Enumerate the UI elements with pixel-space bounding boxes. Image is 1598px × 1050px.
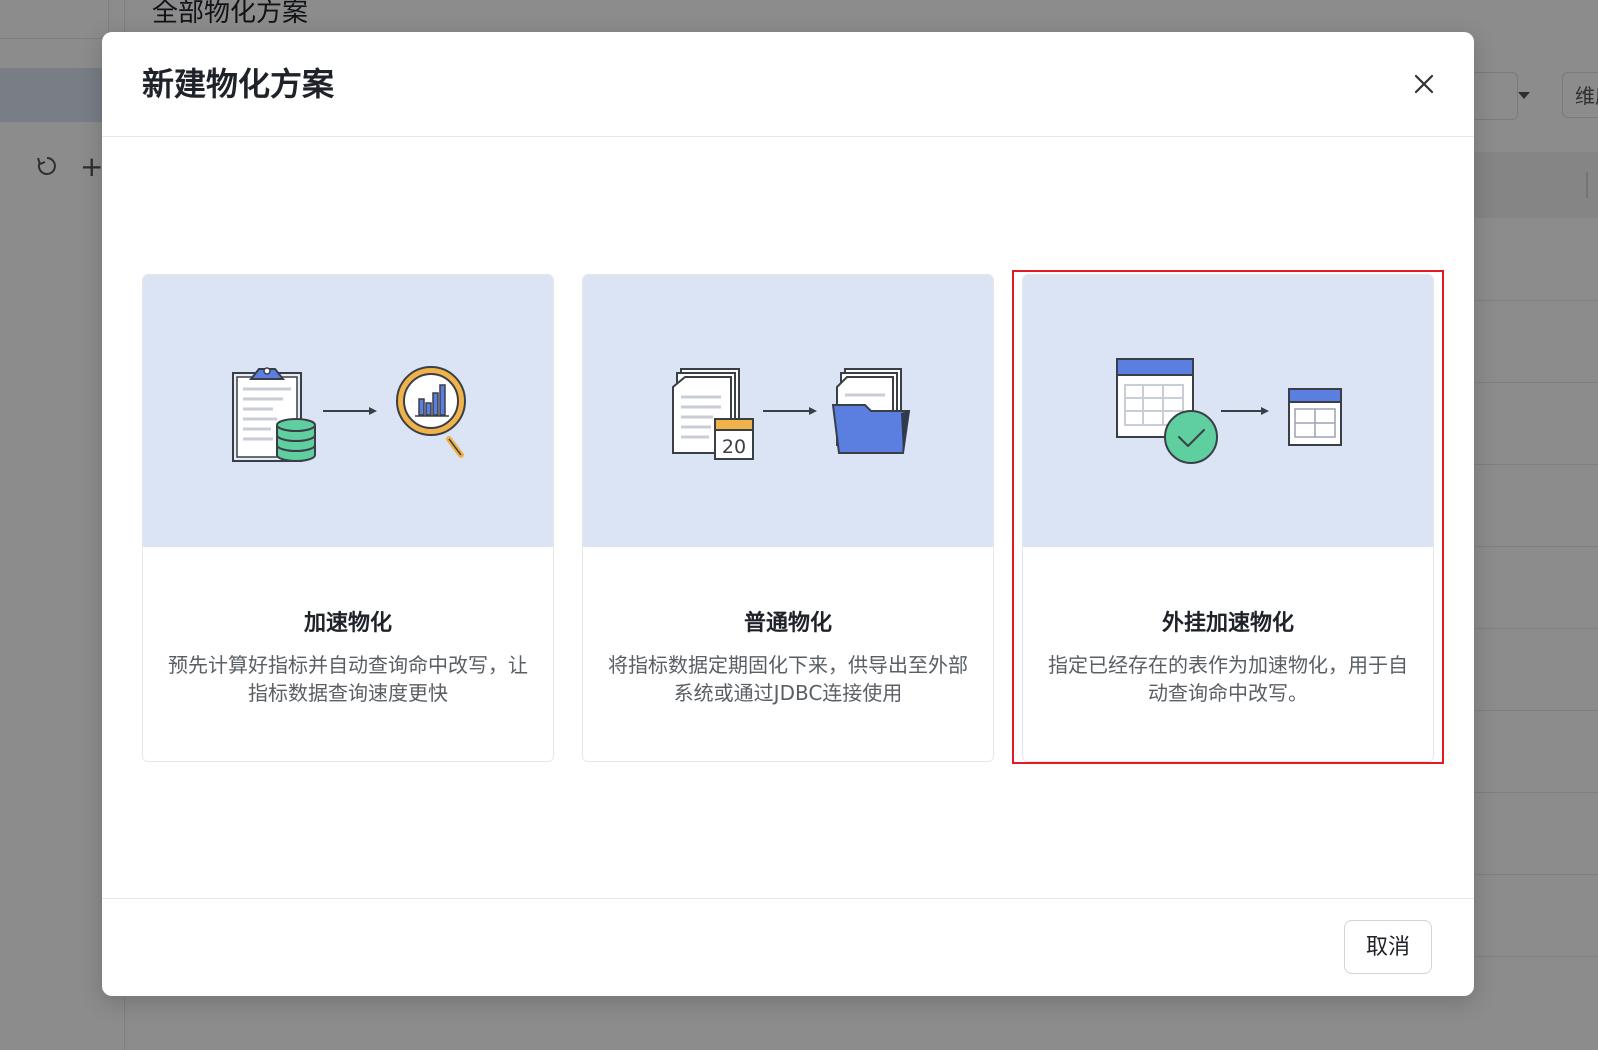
card-accelerate-materialization[interactable]: 加速物化 预先计算好指标并自动查询命中改写，让指标数据查询速度更快 (142, 274, 554, 762)
card-illustration (1023, 275, 1433, 547)
dialog-header: 新建物化方案 (102, 32, 1474, 137)
card-title: 外挂加速物化 (1161, 611, 1294, 636)
card-description: 指定已经存在的表作为加速物化，用于自动查询命中改写。 (1048, 653, 1408, 705)
cancel-button[interactable]: 取消 (1344, 920, 1432, 974)
card-description: 将指标数据定期固化下来，供导出至外部系统或通过JDBC连接使用 (608, 653, 968, 705)
card-description: 预先计算好指标并自动查询命中改写，让指标数据查询速度更快 (168, 653, 528, 705)
documents-calendar-folder-icon: 20 (672, 368, 911, 460)
clipboard-database-search-icon (232, 366, 466, 462)
calendar-number: 20 (722, 436, 746, 458)
card-illustration (143, 275, 553, 547)
dialog-title: 新建物化方案 (142, 65, 335, 103)
table-check-icon (1116, 358, 1342, 464)
new-materialization-dialog: 新建物化方案 加速物化 预先计算好指标并自动查询命中改写，让指标数据查询速度更快… (102, 32, 1474, 996)
card-illustration: 20 (583, 275, 993, 547)
card-title: 普通物化 (743, 611, 832, 636)
card-title: 加速物化 (303, 611, 392, 636)
card-external-accelerate-materialization[interactable]: 外挂加速物化 指定已经存在的表作为加速物化，用于自动查询命中改写。 (1022, 274, 1434, 762)
plan-type-options: 加速物化 预先计算好指标并自动查询命中改写，让指标数据查询速度更快 20 普通物… (142, 274, 1434, 762)
dialog-footer: 取消 (102, 898, 1474, 996)
card-normal-materialization[interactable]: 20 普通物化 将指标数据定期固化下来，供导出至外部系统或通过JDBC连接使用 (582, 274, 994, 762)
close-icon[interactable] (1406, 66, 1442, 102)
